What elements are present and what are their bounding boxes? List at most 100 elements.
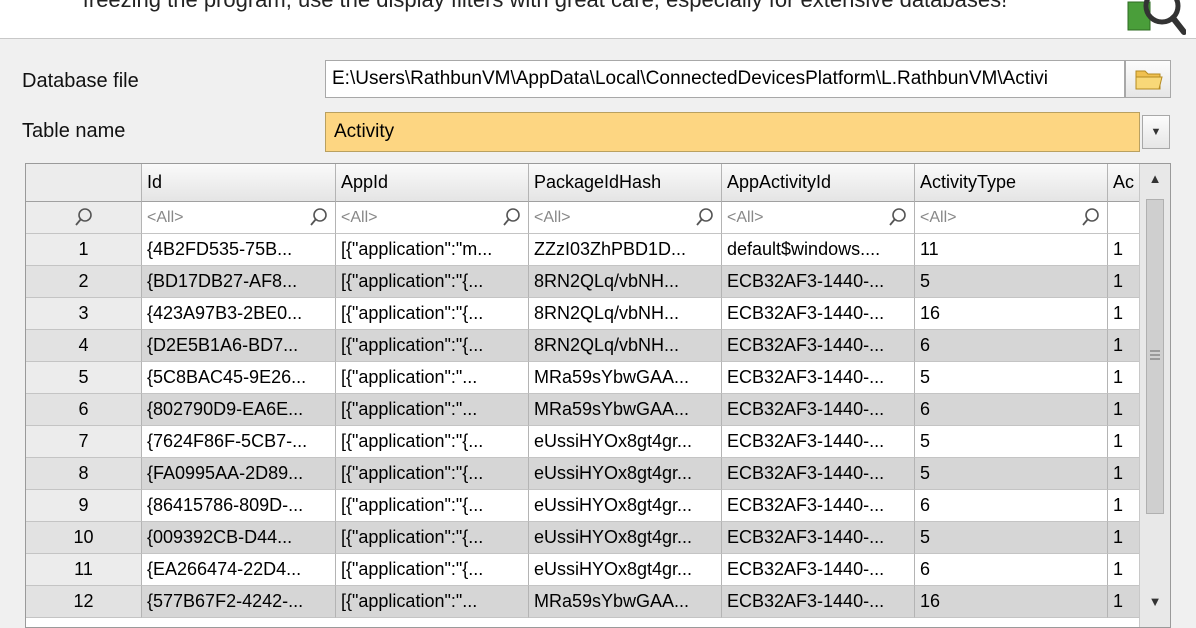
scroll-down-button[interactable]: ▼: [1140, 587, 1170, 617]
scroll-up-button[interactable]: ▲: [1140, 164, 1170, 194]
table-cell[interactable]: 16: [915, 298, 1108, 330]
table-row[interactable]: 9 {86415786-809D-... [{"application":"{...…: [26, 490, 1140, 522]
row-number[interactable]: 1: [26, 234, 142, 266]
table-cell[interactable]: [{"application":"{...: [336, 330, 529, 362]
table-cell[interactable]: 8RN2QLq/vbNH...: [529, 266, 722, 298]
filter-input-appactivityid[interactable]: <All>: [722, 202, 915, 234]
table-row[interactable]: 5 {5C8BAC45-9E26... [{"application":"... MR…: [26, 362, 1140, 394]
table-cell[interactable]: [{"application":"{...: [336, 298, 529, 330]
row-number[interactable]: 9: [26, 490, 142, 522]
table-cell[interactable]: eUssiHYOx8gt4gr...: [529, 522, 722, 554]
table-cell[interactable]: {FA0995AA-2D89...: [142, 458, 336, 490]
table-cell[interactable]: ECB32AF3-1440-...: [722, 490, 915, 522]
table-cell[interactable]: 1: [1108, 522, 1140, 554]
table-cell[interactable]: [{"application":"{...: [336, 554, 529, 586]
table-row[interactable]: 1 {4B2FD535-75B... [{"application":"m... ZZ…: [26, 234, 1140, 266]
filter-input-activitytype[interactable]: <All>: [915, 202, 1108, 234]
column-header-id[interactable]: Id: [142, 164, 336, 202]
table-cell[interactable]: {EA266474-22D4...: [142, 554, 336, 586]
table-cell[interactable]: 1: [1108, 586, 1140, 618]
table-cell[interactable]: {BD17DB27-AF8...: [142, 266, 336, 298]
table-dropdown-button[interactable]: ▼: [1142, 115, 1170, 149]
row-header-corner[interactable]: [26, 164, 142, 202]
table-cell[interactable]: 6: [915, 330, 1108, 362]
table-cell[interactable]: eUssiHYOx8gt4gr...: [529, 490, 722, 522]
table-cell[interactable]: default$windows....: [722, 234, 915, 266]
table-cell[interactable]: ZZzI03ZhPBD1D...: [529, 234, 722, 266]
table-cell[interactable]: {7624F86F-5CB7-...: [142, 426, 336, 458]
column-header-packageidhash[interactable]: PackageIdHash: [529, 164, 722, 202]
table-cell[interactable]: {577B67F2-4242-...: [142, 586, 336, 618]
table-cell[interactable]: 1: [1108, 298, 1140, 330]
table-cell[interactable]: MRa59sYbwGAA...: [529, 362, 722, 394]
table-cell[interactable]: {D2E5B1A6-BD7...: [142, 330, 336, 362]
table-cell[interactable]: ECB32AF3-1440-...: [722, 586, 915, 618]
filter-input-appid[interactable]: <All>: [336, 202, 529, 234]
table-row[interactable]: 8 {FA0995AA-2D89... [{"application":"{... e…: [26, 458, 1140, 490]
filter-input-packageidhash[interactable]: <All>: [529, 202, 722, 234]
row-number[interactable]: 4: [26, 330, 142, 362]
table-cell[interactable]: [{"application":"...: [336, 586, 529, 618]
data-grid[interactable]: Id AppId PackageIdHash AppActivityId Act…: [25, 163, 1171, 628]
table-row[interactable]: 12 {577B67F2-4242-... [{"application":"...…: [26, 586, 1140, 618]
table-cell[interactable]: ECB32AF3-1440-...: [722, 554, 915, 586]
table-cell[interactable]: 16: [915, 586, 1108, 618]
table-cell[interactable]: ECB32AF3-1440-...: [722, 458, 915, 490]
table-cell[interactable]: ECB32AF3-1440-...: [722, 394, 915, 426]
table-cell[interactable]: 6: [915, 394, 1108, 426]
column-header-appid[interactable]: AppId: [336, 164, 529, 202]
table-cell[interactable]: MRa59sYbwGAA...: [529, 394, 722, 426]
table-cell[interactable]: {423A97B3-2BE0...: [142, 298, 336, 330]
table-cell[interactable]: 1: [1108, 490, 1140, 522]
table-row[interactable]: 4 {D2E5B1A6-BD7... [{"application":"{... 8R…: [26, 330, 1140, 362]
table-cell[interactable]: 1: [1108, 394, 1140, 426]
table-cell[interactable]: ECB32AF3-1440-...: [722, 522, 915, 554]
table-cell[interactable]: 1: [1108, 554, 1140, 586]
table-cell[interactable]: ECB32AF3-1440-...: [722, 266, 915, 298]
table-cell[interactable]: MRa59sYbwGAA...: [529, 586, 722, 618]
table-cell[interactable]: {5C8BAC45-9E26...: [142, 362, 336, 394]
table-cell[interactable]: [{"application":"{...: [336, 266, 529, 298]
table-cell[interactable]: [{"application":"{...: [336, 426, 529, 458]
vertical-scrollbar[interactable]: ▲ ▼: [1139, 164, 1170, 627]
table-cell[interactable]: [{"application":"{...: [336, 522, 529, 554]
table-cell[interactable]: {4B2FD535-75B...: [142, 234, 336, 266]
table-row[interactable]: 3 {423A97B3-2BE0... [{"application":"{... 8…: [26, 298, 1140, 330]
column-header-activitytype[interactable]: ActivityType: [915, 164, 1108, 202]
table-row[interactable]: 2 {BD17DB27-AF8... [{"application":"{... 8R…: [26, 266, 1140, 298]
table-cell[interactable]: 1: [1108, 426, 1140, 458]
table-cell[interactable]: 5: [915, 522, 1108, 554]
table-cell[interactable]: [{"application":"...: [336, 394, 529, 426]
row-number[interactable]: 11: [26, 554, 142, 586]
table-cell[interactable]: 8RN2QLq/vbNH...: [529, 330, 722, 362]
row-number[interactable]: 8: [26, 458, 142, 490]
table-cell[interactable]: 6: [915, 554, 1108, 586]
browse-button[interactable]: [1125, 60, 1171, 98]
row-number[interactable]: 3: [26, 298, 142, 330]
table-cell[interactable]: 5: [915, 458, 1108, 490]
table-cell[interactable]: [{"application":"...: [336, 362, 529, 394]
filter-input-id[interactable]: <All>: [142, 202, 336, 234]
row-number[interactable]: 10: [26, 522, 142, 554]
database-file-field[interactable]: E:\Users\RathbunVM\AppData\Local\Connect…: [325, 60, 1125, 98]
table-cell[interactable]: 5: [915, 266, 1108, 298]
table-cell[interactable]: 1: [1108, 330, 1140, 362]
table-cell[interactable]: 11: [915, 234, 1108, 266]
row-number[interactable]: 2: [26, 266, 142, 298]
table-name-select[interactable]: Activity: [325, 112, 1140, 152]
row-number[interactable]: 7: [26, 426, 142, 458]
table-cell[interactable]: 1: [1108, 266, 1140, 298]
table-cell[interactable]: 1: [1108, 362, 1140, 394]
table-cell[interactable]: 1: [1108, 458, 1140, 490]
table-cell[interactable]: {009392CB-D44...: [142, 522, 336, 554]
table-row[interactable]: 10 {009392CB-D44... [{"application":"{... e…: [26, 522, 1140, 554]
table-row[interactable]: 7 {7624F86F-5CB7-... [{"application":"{...…: [26, 426, 1140, 458]
row-number[interactable]: 5: [26, 362, 142, 394]
table-row[interactable]: 11 {EA266474-22D4... [{"application":"{...…: [26, 554, 1140, 586]
table-cell[interactable]: eUssiHYOx8gt4gr...: [529, 458, 722, 490]
row-number[interactable]: 12: [26, 586, 142, 618]
filter-input-ac[interactable]: [1108, 202, 1140, 234]
table-cell[interactable]: {802790D9-EA6E...: [142, 394, 336, 426]
scroll-thumb[interactable]: [1146, 199, 1164, 514]
table-cell[interactable]: [{"application":"{...: [336, 458, 529, 490]
